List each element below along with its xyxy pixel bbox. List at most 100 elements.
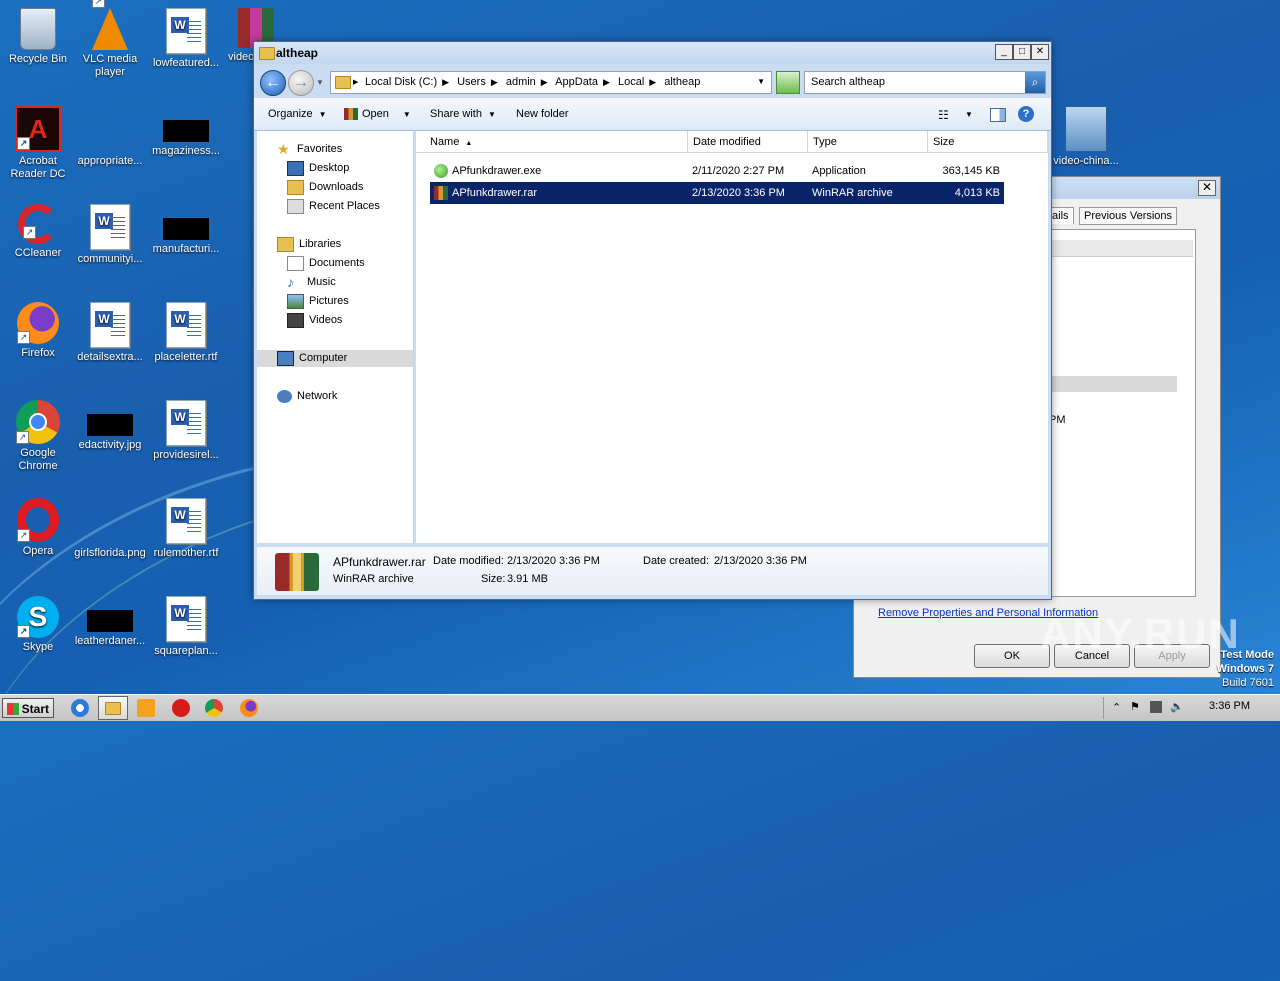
navigation-pane: ★ Favorites Desktop Downloads Recent Plac…	[257, 131, 414, 543]
nav-libraries[interactable]: Libraries	[277, 236, 341, 253]
breadcrumb-sep-icon[interactable]: ▶	[603, 77, 610, 87]
nav-videos[interactable]: Videos	[287, 312, 342, 329]
volume-icon[interactable]: 🔈	[1170, 700, 1184, 713]
desktop-icon-placeletter[interactable]: placeletter.rtf	[148, 302, 224, 364]
open-button[interactable]: Open ▼	[344, 108, 411, 121]
nav-downloads[interactable]: Downloads	[287, 179, 363, 196]
refresh-icon[interactable]	[776, 71, 800, 94]
folder-icon	[335, 76, 351, 89]
nav-desktop[interactable]: Desktop	[287, 160, 349, 177]
column-header-date[interactable]: Date modified	[688, 131, 808, 153]
breadcrumb-item[interactable]: Local	[618, 76, 644, 88]
tab-previous-versions[interactable]: Previous Versions	[1079, 207, 1178, 225]
recent-pages-chevron-icon[interactable]: ▼	[316, 78, 324, 87]
breadcrumb-item[interactable]: Local Disk (C:)	[365, 76, 437, 88]
forward-button[interactable]: →	[288, 70, 314, 96]
organize-button[interactable]: Organize ▼	[268, 108, 327, 120]
breadcrumb-sep-icon[interactable]: ▶	[491, 77, 498, 87]
desktop-icon-recycle-bin[interactable]: Recycle Bin	[0, 8, 76, 66]
details-created-value: 2/13/2020 3:36 PM	[714, 555, 807, 567]
desktop-icon-magaziness[interactable]: magaziness...	[148, 106, 224, 158]
share-with-button[interactable]: Share with ▼	[430, 108, 496, 120]
chevron-down-icon[interactable]: ▼	[965, 110, 973, 119]
address-box[interactable]: ▶ Local Disk (C:) ▶ Users ▶ admin ▶ AppData…	[330, 71, 772, 94]
documents-icon	[287, 255, 304, 271]
search-icon[interactable]: ⌕	[1025, 72, 1045, 93]
desktop-icon-girlsflorida[interactable]: girlsflorida.png	[72, 498, 148, 560]
desktop-icon-video-china[interactable]: video-china...	[1046, 106, 1126, 168]
breadcrumb-sep-icon[interactable]: ▶	[649, 77, 656, 87]
system-tray: ⌃ ⚑ 🔈	[1103, 697, 1280, 719]
firefox-icon[interactable]	[240, 699, 258, 717]
show-hidden-icons-icon[interactable]: ⌃	[1112, 701, 1121, 714]
breadcrumb-sep-icon[interactable]: ▶	[541, 77, 548, 87]
preview-pane-icon[interactable]	[990, 108, 1006, 122]
nav-music[interactable]: ♪ Music	[287, 274, 336, 291]
desktop-icon-lowfeatured[interactable]: lowfeatured...	[148, 8, 224, 70]
opera-icon[interactable]	[172, 699, 190, 717]
clock[interactable]: 3:36 PM	[1209, 700, 1250, 712]
file-name: APfunkdrawer.rar	[452, 187, 537, 199]
command-bar: Organize ▼ Open ▼ Share with ▼ New folder ☷…	[254, 98, 1051, 131]
desktop-icon-chrome[interactable]: ↗ Google Chrome	[0, 400, 76, 473]
desktop-icon-rulemother[interactable]: rulemother.rtf	[148, 498, 224, 560]
nav-recent-places[interactable]: Recent Places	[287, 198, 380, 215]
desktop-icon-acrobat[interactable]: A ↗ Acrobat Reader DC	[0, 106, 76, 181]
minimize-button[interactable]: _	[995, 44, 1013, 60]
back-button[interactable]: ←	[260, 70, 286, 96]
nav-network[interactable]: Network	[277, 388, 337, 405]
nav-computer[interactable]: Computer	[257, 350, 413, 367]
desktop-icon-edactivity[interactable]: edactivity.jpg	[72, 400, 148, 452]
close-button[interactable]: ✕	[1031, 44, 1049, 60]
desktop-icon-vlc[interactable]: ↗ VLC media player	[72, 0, 148, 79]
desktop-icon-firefox[interactable]: ↗ Firefox	[0, 302, 76, 360]
breadcrumb-item[interactable]: altheap	[664, 76, 700, 88]
breadcrumb-sep-icon[interactable]: ▶	[442, 77, 449, 87]
nav-label: Music	[307, 276, 336, 288]
media-player-icon[interactable]	[137, 699, 155, 717]
desktop-icon-opera[interactable]: ↗ Opera	[0, 498, 76, 558]
file-row-selected[interactable]: APfunkdrawer.rar 2/13/2020 3:36 PM WinRA…	[430, 182, 1004, 204]
desktop-icon-manufacturi[interactable]: manufacturi...	[148, 204, 224, 256]
desktop-icon-ccleaner[interactable]: ↗ CCleaner	[0, 204, 76, 260]
desktop-icon-providesirel[interactable]: providesirel...	[148, 400, 224, 462]
desktop-icon-squareplan[interactable]: squareplan...	[148, 596, 224, 658]
word-document-icon	[166, 8, 206, 54]
file-size: 363,145 KB	[942, 165, 1001, 177]
nav-documents[interactable]: Documents	[287, 255, 365, 272]
file-row[interactable]: APfunkdrawer.exe 2/11/2020 2:27 PM Appli…	[430, 160, 1004, 182]
organize-label: Organize	[268, 108, 313, 120]
firefox-icon: ↗	[17, 302, 59, 344]
search-input[interactable]: Search altheap ⌕	[804, 71, 1046, 94]
network-icon[interactable]	[1150, 701, 1162, 713]
chrome-icon[interactable]	[205, 699, 223, 717]
breadcrumb-item[interactable]: admin	[506, 76, 536, 88]
nav-pictures[interactable]: Pictures	[287, 293, 349, 310]
watermark-logo: ANY.RUN	[1040, 610, 1241, 657]
column-header-name[interactable]: Name ▲	[416, 131, 688, 153]
internet-explorer-icon[interactable]	[71, 699, 89, 717]
desktop-icon-communityi[interactable]: communityi...	[72, 204, 148, 266]
column-header-size[interactable]: Size	[928, 131, 1048, 153]
share-label: Share with	[430, 108, 482, 120]
column-header-type[interactable]: Type	[808, 131, 928, 153]
explorer-titlebar[interactable]: altheap _ □ ✕	[254, 42, 1051, 64]
maximize-button[interactable]: □	[1013, 44, 1031, 60]
desktop-icon-leatherdaner[interactable]: leatherdaner...	[72, 596, 148, 648]
breadcrumb-item[interactable]: Users	[457, 76, 486, 88]
start-button[interactable]: Start	[2, 698, 54, 718]
details-file-name: APfunkdrawer.rar	[333, 555, 426, 569]
taskbar-explorer-button[interactable]	[98, 696, 128, 720]
desktop-icon-appropriate[interactable]: appropriate...	[72, 106, 148, 168]
nav-favorites[interactable]: ★ Favorites	[277, 141, 342, 158]
flag-icon[interactable]: ⚑	[1130, 700, 1140, 713]
new-folder-button[interactable]: New folder	[516, 108, 569, 120]
ok-button[interactable]: OK	[974, 644, 1050, 668]
view-options-icon[interactable]: ☷	[938, 108, 949, 122]
address-dropdown-icon[interactable]: ▼	[757, 77, 765, 86]
breadcrumb-item[interactable]: AppData	[555, 76, 598, 88]
desktop-icon-skype[interactable]: S ↗ Skype	[0, 596, 76, 654]
close-icon[interactable]: ✕	[1198, 180, 1216, 196]
desktop-icon-detailsextra[interactable]: detailsextra...	[72, 302, 148, 364]
help-icon[interactable]: ?	[1018, 106, 1034, 122]
